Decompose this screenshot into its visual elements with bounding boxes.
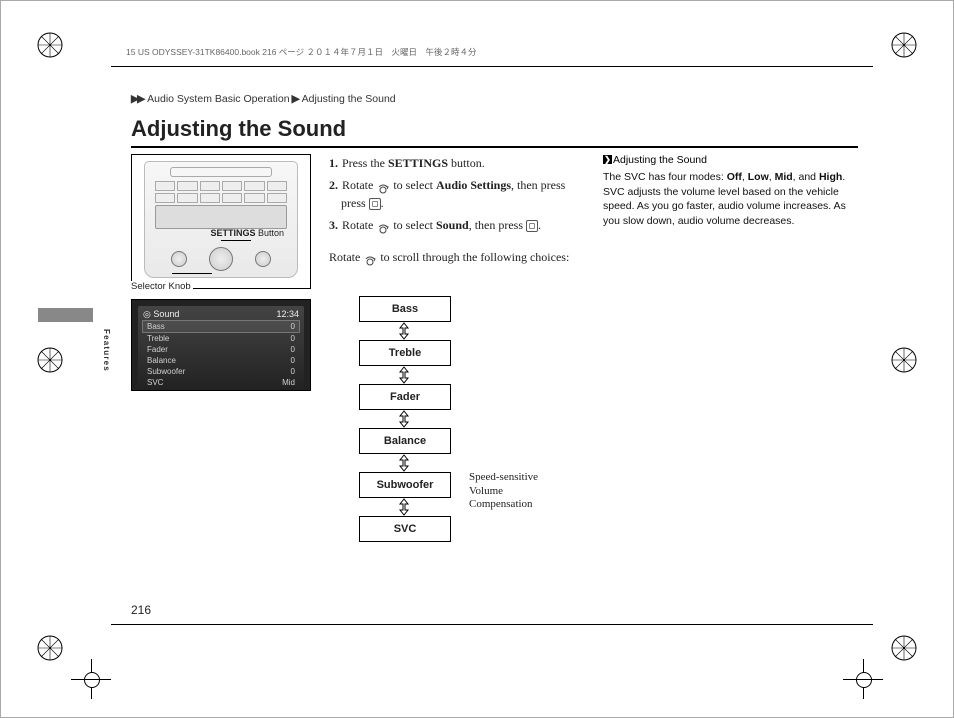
breadcrumb-arrow-icon: ▶ <box>292 93 298 105</box>
sidebar-body: The SVC has four modes: Off, Low, Mid, a… <box>603 170 858 229</box>
section-tab <box>38 308 93 322</box>
middle-column: 1.Press the SETTINGS button. 2.Rotate to… <box>329 154 585 542</box>
crop-mark-icon <box>71 659 111 699</box>
up-down-arrow-icon <box>359 454 449 472</box>
left-column: SETTINGS Button Selector Knob ◎ Sound 12… <box>131 154 311 542</box>
press-knob-icon <box>369 198 381 210</box>
step-text: to select <box>390 218 436 232</box>
knob-icon <box>171 251 187 267</box>
step-text: Press the <box>342 156 388 170</box>
screen-row-value: 0 <box>291 344 295 355</box>
crop-mark-icon <box>843 659 883 699</box>
header-rule <box>111 66 873 67</box>
up-down-arrow-icon <box>359 410 449 428</box>
step-bold: Sound <box>436 218 469 232</box>
breadcrumb: ▶▶ Audio System Basic Operation▶ Adjusting… <box>131 93 396 105</box>
up-down-arrow-icon <box>359 322 449 340</box>
screen-diagram: ◎ Sound 12:34 Bass 0 Treble 0 Fader 0 Balan… <box>131 299 311 391</box>
step-text: Rotate <box>342 218 376 232</box>
running-header: 15 US ODYSSEY-31TK86400.book 216 ページ ２０１… <box>126 46 476 58</box>
selector-knob-callout: Selector Knob <box>129 281 193 292</box>
up-down-arrow-icon <box>359 498 449 516</box>
sidebar-heading: ❯Adjusting the Sound <box>603 154 858 166</box>
step-text: button. <box>448 156 485 170</box>
option-box: SVC <box>359 516 451 542</box>
step-text: , then press <box>511 178 565 192</box>
step-text: to scroll through the following choices: <box>377 250 569 264</box>
screen-row-label: Bass <box>147 321 165 332</box>
breadcrumb-part: Adjusting the Sound <box>302 93 396 105</box>
selector-knob-icon <box>209 247 233 271</box>
screen-row-label: Fader <box>147 344 168 355</box>
sidebar-note: ❯Adjusting the Sound The SVC has four mo… <box>603 154 858 542</box>
rotate-dial-icon <box>363 253 377 263</box>
title-rule <box>131 146 858 148</box>
footer-rule <box>111 624 873 625</box>
screen-row-value: 0 <box>291 366 295 377</box>
screen-row-label: SVC <box>147 377 163 388</box>
rotate-dial-icon <box>376 221 390 231</box>
step-bold: Audio Settings <box>436 178 511 192</box>
step-text: , then press <box>469 218 526 232</box>
step-text: Rotate <box>342 178 376 192</box>
registration-mark-icon <box>890 634 918 662</box>
option-box: Treble <box>359 340 451 366</box>
svc-caption: Speed-sensitive Volume Compensation <box>469 471 569 512</box>
step-text: . <box>538 218 541 232</box>
option-box: Bass <box>359 296 451 322</box>
section-tab-label: Features <box>101 329 111 372</box>
option-box: Fader <box>359 384 451 410</box>
press-knob-icon <box>526 220 538 232</box>
option-box: Subwoofer <box>359 472 451 498</box>
leader-line <box>172 273 212 274</box>
step-text: Rotate <box>329 250 363 264</box>
registration-mark-icon <box>36 634 64 662</box>
note-mark-icon: ❯ <box>603 155 612 164</box>
settings-button-callout: SETTINGS Button <box>210 228 284 238</box>
step-bold: SETTINGS <box>388 156 448 170</box>
step-text: . <box>381 196 384 210</box>
option-flow: Bass Treble Fader Balance Subwoofer SVC … <box>329 296 580 542</box>
breadcrumb-part: Audio System Basic Operation <box>147 93 289 105</box>
option-box: Balance <box>359 428 451 454</box>
screen-row-label: Treble <box>147 333 169 344</box>
rotate-dial-icon <box>376 181 390 191</box>
content-area: SETTINGS Button Selector Knob ◎ Sound 12… <box>131 154 858 542</box>
screen-row-value: 0 <box>291 321 295 332</box>
manual-page: 15 US ODYSSEY-31TK86400.book 216 ページ ２０１… <box>0 0 954 718</box>
dashboard-diagram: SETTINGS Button Selector Knob <box>131 154 311 289</box>
registration-mark-icon <box>890 346 918 374</box>
registration-mark-icon <box>36 31 64 59</box>
leader-line <box>221 240 251 241</box>
page-number: 216 <box>131 603 151 617</box>
step-text: to select <box>390 178 436 192</box>
screen-title: ◎ Sound <box>143 309 179 320</box>
screen-row-label: Subwoofer <box>147 366 185 377</box>
knob-icon <box>255 251 271 267</box>
screen-row-value: 0 <box>291 333 295 344</box>
screen-row-label: Balance <box>147 355 176 366</box>
screen-row-value: Mid <box>282 377 295 388</box>
up-down-arrow-icon <box>359 366 449 384</box>
registration-mark-icon <box>36 346 64 374</box>
instruction-steps: 1.Press the SETTINGS button. 2.Rotate to… <box>329 154 580 266</box>
page-title: Adjusting the Sound <box>131 116 346 142</box>
screen-row-value: 0 <box>291 355 295 366</box>
breadcrumb-arrow-icon: ▶▶ <box>131 93 143 105</box>
registration-mark-icon <box>890 31 918 59</box>
screen-clock: 12:34 <box>276 309 299 320</box>
